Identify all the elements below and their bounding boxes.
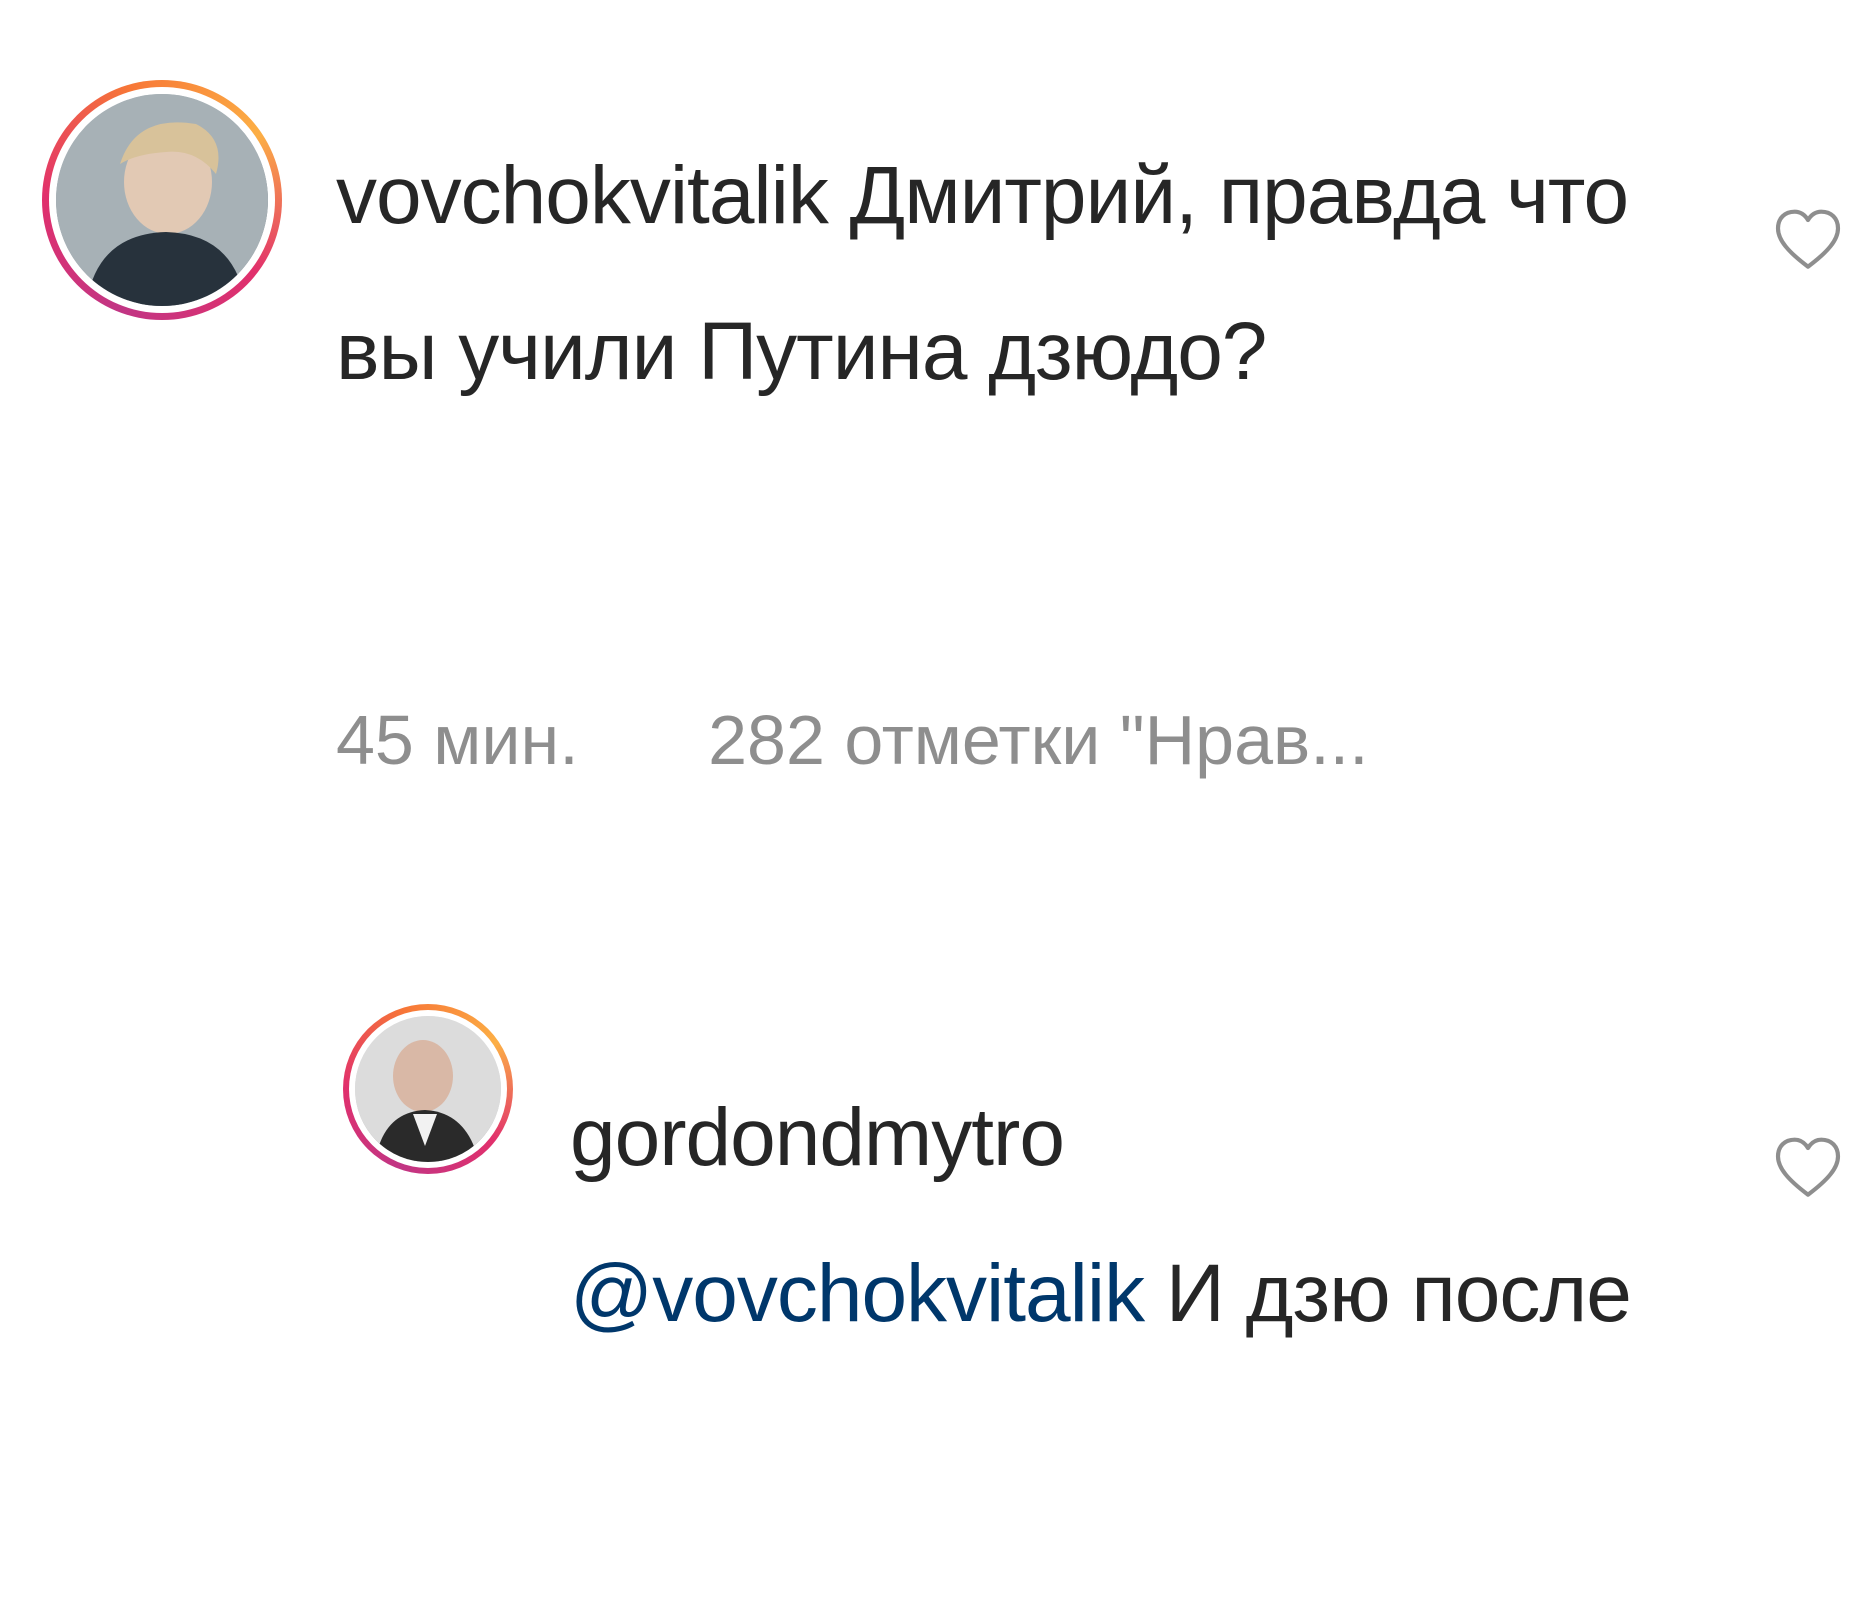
comment-username[interactable]: gordondmytro <box>570 1060 1720 1216</box>
comment-body: vovchokvitalik Дмитрий, правда что вы уч… <box>336 118 1686 430</box>
person-photo-icon <box>355 1016 501 1162</box>
comment-body: gordondmytro @vovchokvitalik И дзю после <box>570 1060 1720 1372</box>
comment-time: 45 мин. <box>336 701 579 779</box>
avatar-gordondmytro[interactable] <box>355 1016 501 1162</box>
avatar-story-ring[interactable] <box>42 80 282 320</box>
heart-outline-icon[interactable] <box>1768 200 1848 280</box>
comment-text: И дзю после <box>1165 1248 1632 1339</box>
comment-mention-link[interactable]: @vovchokvitalik <box>570 1248 1145 1339</box>
heart-outline-icon[interactable] <box>1768 1128 1848 1208</box>
comment-meta: 45 мин. 282 отметки "Нрав... <box>336 700 1369 780</box>
comment-likes-count[interactable]: 282 отметки "Нрав... <box>708 701 1368 779</box>
comment-username[interactable]: vovchokvitalik <box>336 150 829 241</box>
avatar-story-ring[interactable] <box>343 1004 513 1174</box>
avatar-vovchokvitalik[interactable] <box>56 94 268 306</box>
person-photo-icon <box>56 94 268 306</box>
